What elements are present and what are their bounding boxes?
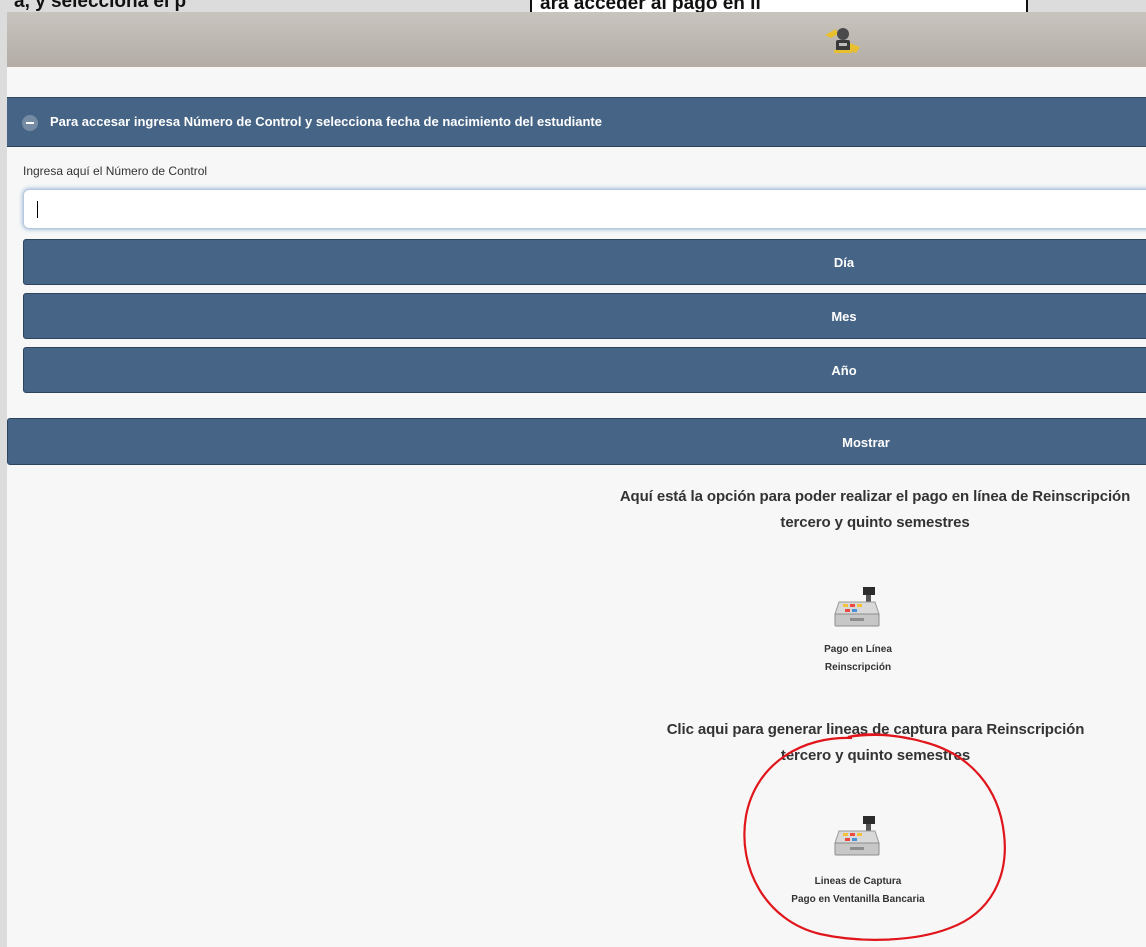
red-annotation-circle xyxy=(743,733,1006,941)
control-number-label: Ingresa aquí el Número de Control xyxy=(23,164,208,178)
online-payment-line1: Aquí está la opción para poder realizar … xyxy=(619,488,1131,505)
online-payment-line2: tercero y quinto semestres xyxy=(780,514,970,531)
caption-text: a, y selecciona el p xyxy=(14,0,187,12)
online-payment-tile-line1: Pago en Línea xyxy=(824,644,892,655)
month-select[interactable]: Mes xyxy=(23,293,1146,339)
top-caption: a, y selecciona el p ara acceder al pago… xyxy=(0,0,1146,12)
year-select[interactable]: Año xyxy=(23,347,1146,393)
access-panel-title: Para accesar ingresa Número de Control y… xyxy=(50,114,602,129)
text-caret xyxy=(37,201,38,218)
online-payment-info: Aquí está la opción para poder realizar … xyxy=(547,484,1146,536)
caption-boxed-text: ara acceder al pago en lí xyxy=(530,0,1028,12)
caption-boxed-label: ara acceder al pago en lí xyxy=(540,0,761,12)
show-button-label: Mostrar xyxy=(842,435,890,450)
year-select-label: Año xyxy=(831,363,857,378)
cash-register-icon[interactable] xyxy=(833,586,883,628)
month-select-label: Mes xyxy=(831,309,857,324)
show-button[interactable]: Mostrar xyxy=(7,418,1146,465)
access-panel-header[interactable]: Para accesar ingresa Número de Control y… xyxy=(7,97,1146,147)
day-select-label: Día xyxy=(833,255,855,270)
online-payment-tile-caption[interactable]: Pago en Línea Reinscripción xyxy=(767,641,949,677)
online-payment-tile-line2: Reinscripción xyxy=(824,662,892,673)
day-select[interactable]: Día xyxy=(23,239,1146,285)
control-number-input[interactable] xyxy=(23,189,1146,229)
student-logo-icon[interactable] xyxy=(822,25,864,55)
site-header xyxy=(7,12,1146,67)
collapse-minus-icon[interactable] xyxy=(22,115,38,131)
